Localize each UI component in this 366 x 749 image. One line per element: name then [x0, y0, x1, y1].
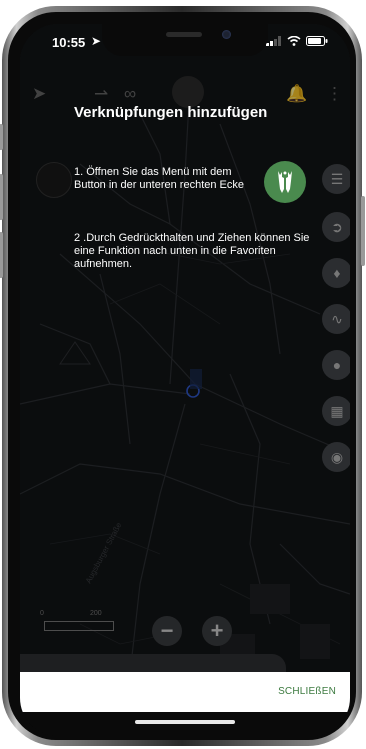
signal-icon [266, 36, 281, 46]
volume-up-button [0, 174, 3, 220]
front-camera [222, 30, 231, 39]
dialog-footer: SCHLIEßEN [20, 672, 350, 712]
hunting-spot-button[interactable]: ◉ [322, 442, 350, 472]
phone-frame: Augsburger Straße 0 200 − + ➤ ⇀ ∞ 🔔 ⋮ 10… [0, 6, 365, 746]
bottom-sheet-edge [20, 654, 286, 674]
power-button [361, 196, 365, 266]
dog-button[interactable]: ♦ [322, 258, 350, 288]
screen: Augsburger Straße 0 200 − + ➤ ⇀ ∞ 🔔 ⋮ 10… [20, 24, 350, 736]
layers-icon: ☰ [330, 170, 344, 187]
pin-button[interactable]: ➲ [322, 212, 350, 242]
map-icon: ▦ [330, 402, 344, 419]
menu-fab-button[interactable] [264, 161, 306, 203]
notch [102, 24, 268, 56]
wifi-icon [287, 36, 301, 46]
dog-icon: ♦ [333, 265, 341, 281]
layers-button[interactable]: ☰ [322, 164, 350, 194]
status-time: 10:55 [52, 35, 86, 50]
home-indicator[interactable] [135, 720, 235, 724]
speaker [166, 32, 202, 37]
pin-icon: ➲ [331, 218, 343, 235]
step-one-text: 1. Öffnen Sie das Menü mit dem Button in… [74, 166, 244, 191]
map-button[interactable]: ▦ [322, 396, 350, 426]
mute-switch [0, 124, 3, 150]
step-two-text: 2 .Durch Gedrückthalten und Ziehen könne… [74, 232, 310, 270]
volume-down-button [0, 232, 3, 278]
person-button[interactable]: ● [322, 350, 350, 380]
hunting-spot-icon: ◉ [330, 448, 344, 465]
dialog-title: Verknüpfungen hinzufügen [74, 104, 268, 121]
track-icon: ∿ [331, 310, 343, 327]
hunter-logo-icon [278, 171, 292, 193]
home-indicator-area [20, 712, 350, 736]
tutorial-overlay [20, 24, 350, 736]
location-services-icon: ➤ [91, 34, 102, 48]
person-icon: ● [332, 357, 342, 373]
track-button[interactable]: ∿ [322, 304, 350, 334]
close-button[interactable]: SCHLIEßEN [278, 686, 336, 697]
battery-icon [306, 36, 328, 46]
